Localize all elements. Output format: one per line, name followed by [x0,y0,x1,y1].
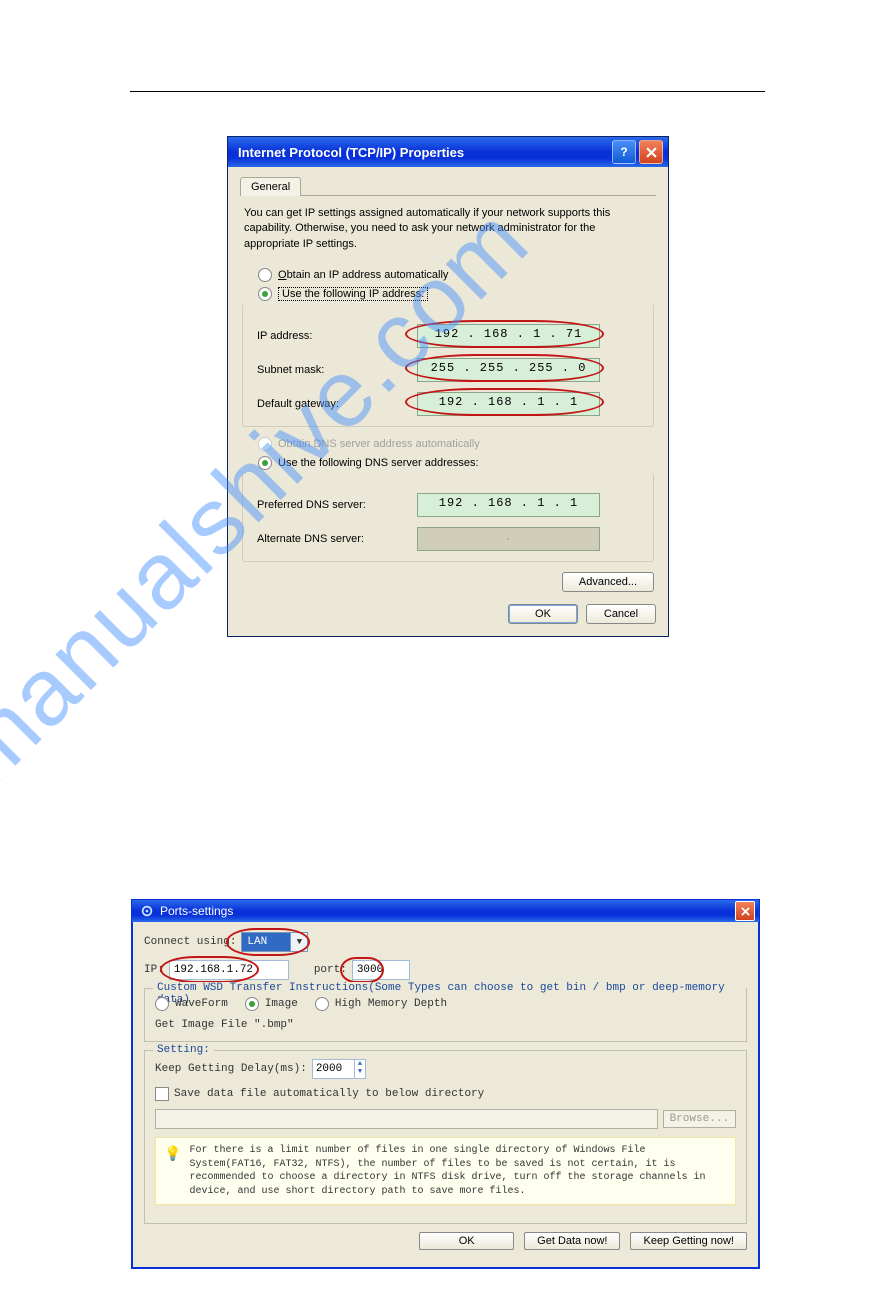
radio-use-ip[interactable]: Use the following IP address: [258,287,656,301]
radio-image[interactable]: Image [245,997,298,1011]
radio-waveform[interactable]: WaveForm [155,997,228,1011]
save-auto-checkbox[interactable] [155,1087,169,1101]
page-divider [130,91,765,92]
setting-legend: Setting: [153,1044,214,1056]
help-button[interactable]: ? [612,140,636,164]
label-connect-using: Connect using: [144,936,236,948]
tab-general[interactable]: General [240,177,301,196]
input-default-gateway[interactable]: 192 . 168 . 1 . 1 [417,392,600,416]
keep-delay-spinner[interactable]: ▲▼ [312,1059,366,1079]
keep-getting-button[interactable]: Keep Getting now! [630,1232,747,1250]
radio-high-memory[interactable]: High Memory Depth [315,997,447,1011]
spin-up-icon[interactable]: ▲ [355,1060,365,1068]
get-data-button[interactable]: Get Data now! [524,1232,620,1250]
radio-obtain-ip[interactable]: Obtain an IP address automatically [258,268,656,282]
browse-button[interactable]: Browse... [663,1110,736,1128]
get-image-label: Get Image File ".bmp" [155,1019,736,1031]
setting-group: Setting: Keep Getting Delay(ms): ▲▼ Save… [144,1050,747,1224]
connect-using-dropdown[interactable]: LAN ▼ [241,932,308,952]
label-keep-delay: Keep Getting Delay(ms): [155,1063,307,1075]
label-save-auto: Save data file automatically to below di… [174,1088,484,1100]
tip-text: For there is a limit number of files in … [189,1144,727,1198]
chevron-down-icon: ▼ [290,933,307,951]
label-ip: IP: [144,964,164,976]
lightbulb-icon: 💡 [164,1146,181,1198]
tcpip-dialog: Internet Protocol (TCP/IP) Properties ? … [227,136,669,637]
label-subnet-mask: Subnet mask: [257,364,417,376]
label-port: port: [314,964,347,976]
keep-delay-input[interactable] [313,1060,354,1078]
ports-title: Ports-settings [160,904,233,918]
ok-button-ports[interactable]: OK [419,1232,514,1250]
label-alternate-dns: Alternate DNS server: [257,533,417,545]
radio-obtain-dns: Obtain DNS server address automatically [258,437,656,451]
ports-dialog: Ports-settings Connect using: LAN ▼ IP: … [131,899,760,1269]
spin-down-icon[interactable]: ▼ [355,1068,365,1076]
tcpip-title: Internet Protocol (TCP/IP) Properties [238,145,464,160]
label-ip-address: IP address: [257,330,417,342]
radio-use-dns[interactable]: Use the following DNS server addresses: [258,456,656,470]
port-input[interactable] [352,960,410,980]
usb-transfer-group: Custom WSD Transfer Instructions(Some Ty… [144,988,747,1042]
directory-path-input[interactable] [155,1109,658,1129]
gear-icon [140,904,154,918]
label-default-gateway: Default gateway: [257,398,417,410]
ok-button[interactable]: OK [508,604,578,624]
tcpip-description: You can get IP settings assigned automat… [244,206,652,252]
advanced-button[interactable]: Advanced... [562,572,654,592]
usb-legend: Custom WSD Transfer Instructions(Some Ty… [153,982,746,1006]
close-button[interactable] [639,140,663,164]
tcpip-titlebar[interactable]: Internet Protocol (TCP/IP) Properties ? [228,137,668,167]
input-subnet-mask[interactable]: 255 . 255 . 255 . 0 [417,358,600,382]
tip-box: 💡 For there is a limit number of files i… [155,1137,736,1205]
ports-close-button[interactable] [735,901,755,921]
input-alternate-dns[interactable]: . [417,527,600,551]
ports-titlebar[interactable]: Ports-settings [132,900,759,922]
label-preferred-dns: Preferred DNS server: [257,499,417,511]
ip-input[interactable] [169,960,289,980]
input-ip-address[interactable]: 192 . 168 . 1 . 71 [417,324,600,348]
input-preferred-dns[interactable]: 192 . 168 . 1 . 1 [417,493,600,517]
cancel-button[interactable]: Cancel [586,604,656,624]
